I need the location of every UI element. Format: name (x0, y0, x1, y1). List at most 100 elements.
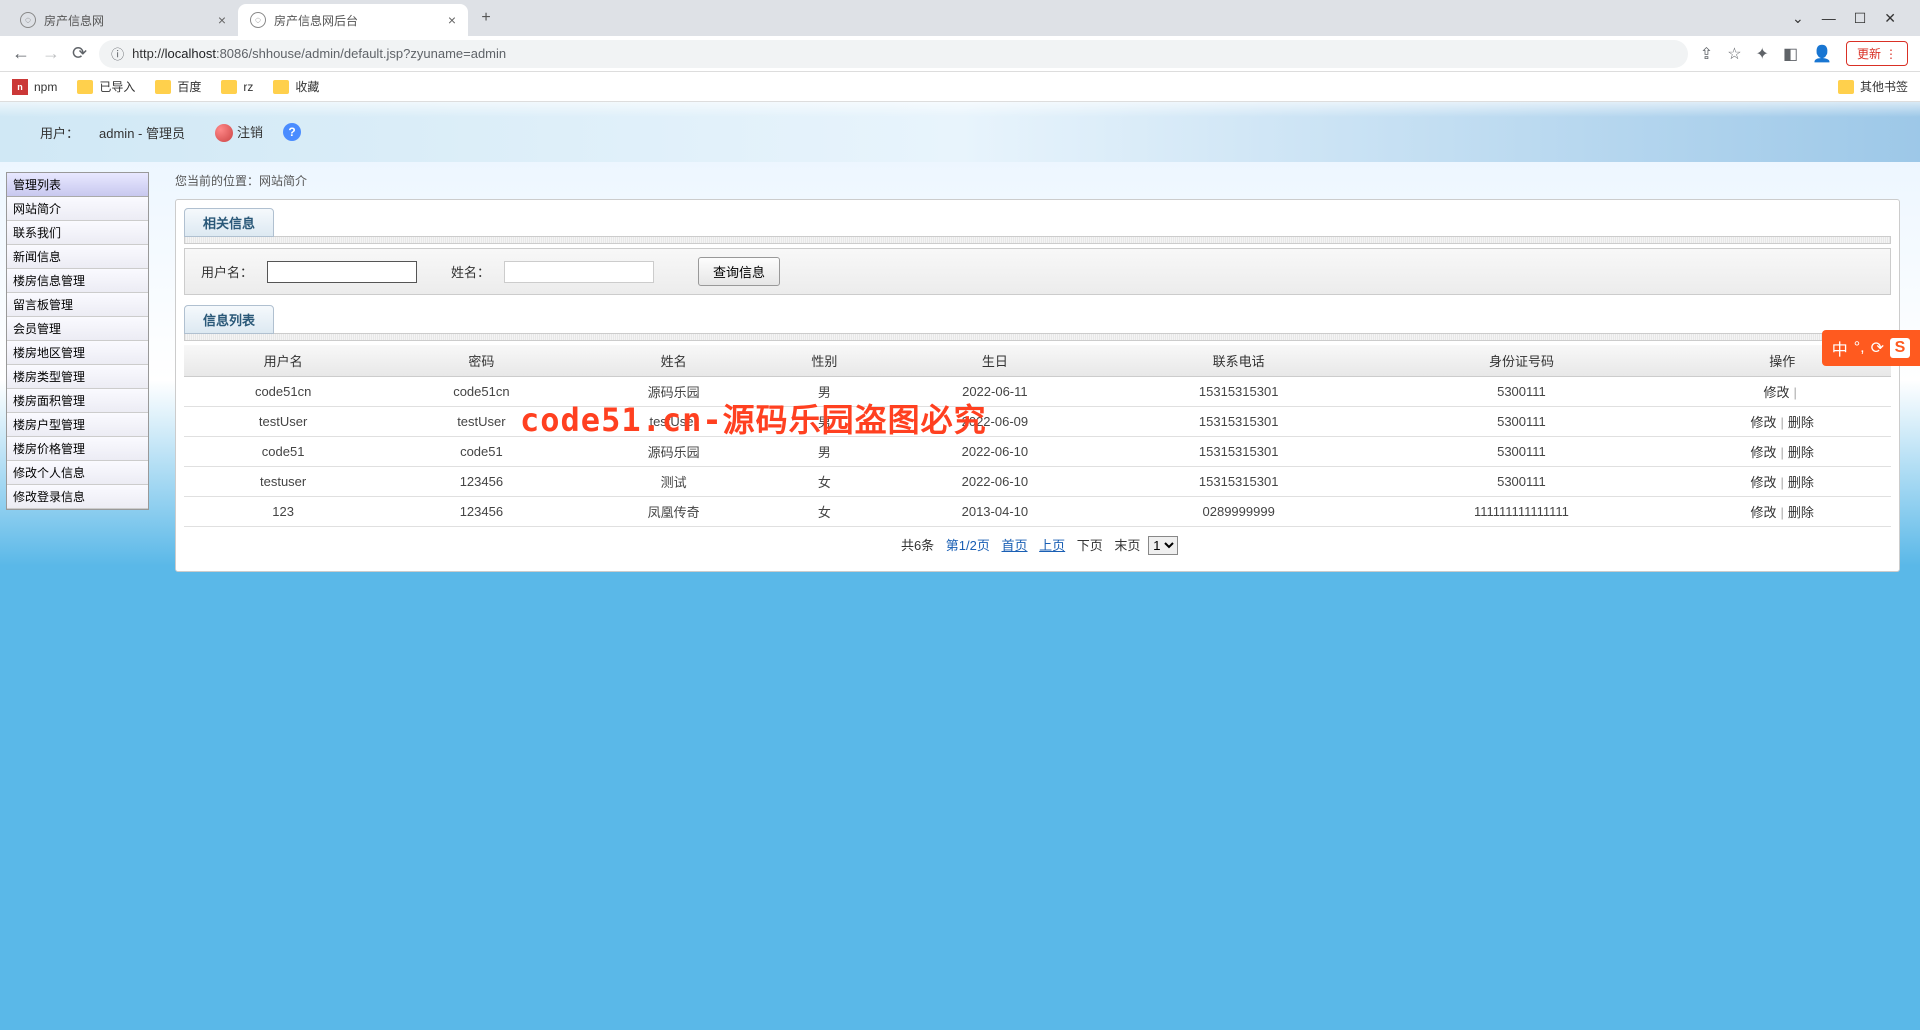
browser-toolbar: ← → ⟳ ⓘ http://localhost:8086/shhouse/ad… (0, 36, 1920, 72)
pager-first[interactable]: 首页 (1002, 538, 1028, 553)
forward-icon[interactable]: → (42, 43, 60, 64)
pager-select[interactable]: 1 (1148, 536, 1178, 555)
table-row: code51cncode51cn源码乐园男2022-06-11153153153… (184, 377, 1891, 407)
table-cell: 111111111111111 (1370, 497, 1674, 527)
logout-link[interactable]: 注销 (215, 122, 263, 143)
delete-link[interactable]: 删除 (1788, 445, 1814, 460)
edit-link[interactable]: 修改 (1763, 385, 1789, 400)
table-cell: 凤凰传奇 (581, 497, 767, 527)
reload-icon[interactable]: ⟳ (72, 43, 87, 64)
pagination: 共6条 第1/2页 首页 上页 下页 末页 1 (184, 527, 1891, 563)
folder-icon (1838, 80, 1854, 94)
section-divider (184, 236, 1891, 244)
update-button[interactable]: 更新⋮ (1846, 41, 1908, 66)
sidebar: 管理列表 网站简介联系我们新闻信息楼房信息管理留言板管理会员管理楼房地区管理楼房… (0, 162, 155, 1030)
user-value: admin - 管理员 (99, 123, 185, 142)
tab-active[interactable]: ◌ 房产信息网后台 × (238, 4, 468, 36)
sidebar-item[interactable]: 修改登录信息 (7, 485, 148, 509)
star-icon[interactable]: ☆ (1727, 44, 1741, 64)
table-cell: code51 (184, 437, 382, 467)
table-cell-actions: 修改|删除 (1673, 437, 1891, 467)
table-cell: code51 (382, 437, 580, 467)
sidebar-item[interactable]: 新闻信息 (7, 245, 148, 269)
sidebar-item[interactable]: 修改个人信息 (7, 461, 148, 485)
url-host: localhost (165, 46, 216, 61)
table-cell-actions: 修改|删除 (1673, 467, 1891, 497)
sidebar-item[interactable]: 联系我们 (7, 221, 148, 245)
extensions-icon[interactable]: ✦ (1756, 44, 1769, 64)
username-label: 用户名： (201, 262, 253, 281)
filter-row: 用户名： 姓名： 查询信息 (184, 248, 1891, 295)
sidebar-item[interactable]: 楼房户型管理 (7, 413, 148, 437)
list-section-title: 信息列表 (184, 305, 274, 334)
app-root: 用户： admin - 管理员 注销 ? 管理列表 网站简介联系我们新闻信息楼房… (0, 102, 1920, 1030)
table-cell: 测试 (581, 467, 767, 497)
tab-inactive[interactable]: ◌ 房产信息网 × (8, 4, 238, 36)
close-icon[interactable]: × (218, 12, 226, 28)
sidebar-item[interactable]: 楼房类型管理 (7, 365, 148, 389)
back-icon[interactable]: ← (12, 43, 30, 64)
delete-link[interactable]: 删除 (1788, 475, 1814, 490)
edit-link[interactable]: 修改 (1750, 475, 1776, 490)
bookmark-npm[interactable]: nnpm (12, 79, 57, 95)
query-button[interactable]: 查询信息 (698, 257, 780, 286)
table-cell: 123456 (382, 467, 580, 497)
sidebar-item[interactable]: 楼房信息管理 (7, 269, 148, 293)
share-icon[interactable]: ⇪ (1700, 44, 1713, 64)
table-header: 密码 (382, 345, 580, 377)
other-bookmarks[interactable]: 其他书签 (1838, 78, 1908, 95)
tab-strip: ◌ 房产信息网 × ◌ 房产信息网后台 × + ⌄ — ☐ ✕ (0, 0, 1920, 36)
edit-link[interactable]: 修改 (1750, 505, 1776, 520)
maximize-icon[interactable]: ☐ (1854, 10, 1867, 27)
name-input[interactable] (504, 261, 654, 283)
table-cell: 123456 (382, 497, 580, 527)
content-panel: 相关信息 用户名： 姓名： 查询信息 信息列表 用户名密码姓名性别生日联系电话身… (175, 199, 1900, 572)
sidebar-item[interactable]: 楼房面积管理 (7, 389, 148, 413)
sidebar-item[interactable]: 留言板管理 (7, 293, 148, 317)
sidepanel-icon[interactable]: ◧ (1783, 44, 1798, 64)
minimize-icon[interactable]: — (1822, 10, 1836, 27)
pager-prev[interactable]: 上页 (1039, 538, 1065, 553)
sidebar-item[interactable]: 会员管理 (7, 317, 148, 341)
folder-icon (77, 80, 93, 94)
info-icon[interactable]: ⓘ (111, 44, 124, 63)
close-window-icon[interactable]: ✕ (1884, 10, 1896, 27)
table-cell-actions: 修改|删除 (1673, 497, 1891, 527)
close-icon[interactable]: × (448, 12, 456, 28)
sidebar-item[interactable]: 楼房地区管理 (7, 341, 148, 365)
delete-link[interactable]: 删除 (1788, 415, 1814, 430)
npm-icon: n (12, 79, 28, 95)
main-content: 您当前的位置：网站简介 相关信息 用户名： 姓名： 查询信息 信息列表 用户名密… (155, 162, 1920, 1030)
username-input[interactable] (267, 261, 417, 283)
table-header: 用户名 (184, 345, 382, 377)
logout-icon (215, 124, 233, 142)
url-bar[interactable]: ⓘ http://localhost:8086/shhouse/admin/de… (99, 40, 1688, 68)
dropdown-icon[interactable]: ⌄ (1792, 10, 1804, 27)
bookmarks-bar: nnpm 已导入 百度 rz 收藏 其他书签 (0, 72, 1920, 102)
sidebar-item[interactable]: 楼房价格管理 (7, 437, 148, 461)
table-cell: 15315315301 (1108, 377, 1370, 407)
ime-indicator[interactable]: 中°,⟳ S (1822, 330, 1920, 366)
table-cell: 2022-06-11 (882, 377, 1108, 407)
folder-icon (155, 80, 171, 94)
section-divider (184, 333, 1891, 341)
tab-title: 房产信息网 (44, 12, 104, 29)
new-tab-button[interactable]: + (472, 9, 500, 27)
table-cell: 0289999999 (1108, 497, 1370, 527)
table-header: 联系电话 (1108, 345, 1370, 377)
bookmark-item[interactable]: 已导入 (77, 78, 135, 95)
bookmark-item[interactable]: rz (221, 80, 253, 94)
sidebar-item[interactable]: 网站简介 (7, 197, 148, 221)
pager-page: 第1/2页 (946, 538, 990, 553)
profile-icon[interactable]: 👤 (1812, 44, 1832, 64)
edit-link[interactable]: 修改 (1750, 415, 1776, 430)
delete-link[interactable]: 删除 (1788, 505, 1814, 520)
table-cell: testuser (184, 467, 382, 497)
edit-link[interactable]: 修改 (1750, 445, 1776, 460)
help-icon[interactable]: ? (283, 123, 301, 141)
table-cell: 男 (767, 377, 882, 407)
bookmark-item[interactable]: 收藏 (273, 78, 319, 95)
bookmark-item[interactable]: 百度 (155, 78, 201, 95)
table-cell: 2022-06-09 (882, 407, 1108, 437)
table-cell-actions: 修改| (1673, 377, 1891, 407)
